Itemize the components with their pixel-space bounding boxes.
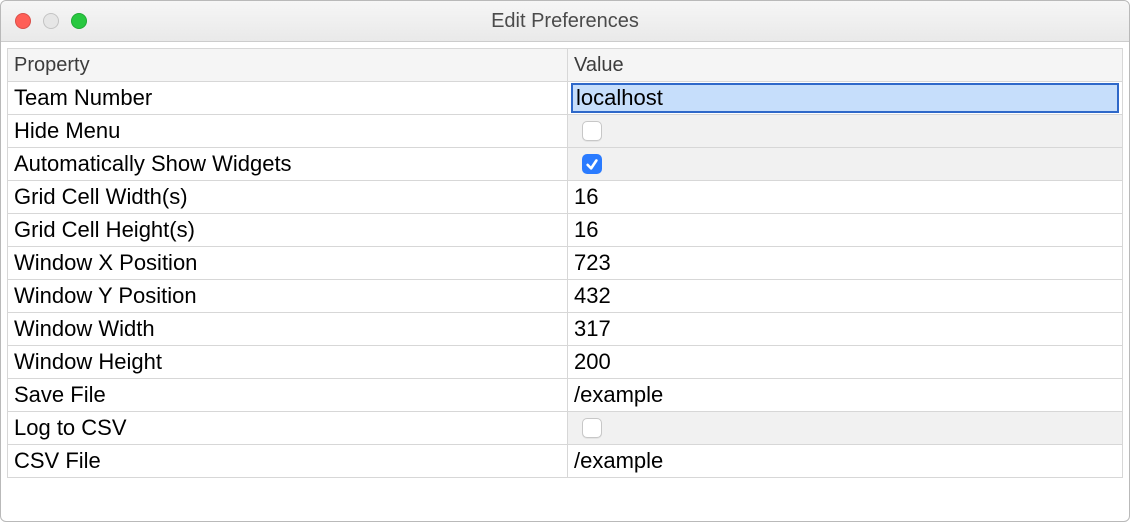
checkmark-icon [585, 157, 599, 171]
column-header-property[interactable]: Property [8, 49, 568, 81]
pref-label: Window Width [8, 313, 568, 345]
pref-row-window-width: Window Width 317 [8, 313, 1122, 346]
pref-value-team-number[interactable]: localhost [568, 82, 1122, 114]
pref-value-window-height[interactable]: 200 [568, 346, 1122, 378]
checkbox-hide-menu[interactable] [582, 121, 602, 141]
text-input[interactable]: localhost [571, 83, 1119, 113]
pref-row-hide-menu: Hide Menu [8, 115, 1122, 148]
pref-row-grid-cell-height: Grid Cell Height(s) 16 [8, 214, 1122, 247]
text-value: 317 [574, 316, 1116, 342]
pref-value-hide-menu[interactable] [568, 115, 1122, 147]
pref-row-grid-cell-width: Grid Cell Width(s) 16 [8, 181, 1122, 214]
pref-value-grid-cell-width[interactable]: 16 [568, 181, 1122, 213]
text-value: 723 [574, 250, 1116, 276]
text-value: /example [574, 448, 1116, 474]
pref-label: Window X Position [8, 247, 568, 279]
pref-row-window-x: Window X Position 723 [8, 247, 1122, 280]
pref-label: Grid Cell Width(s) [8, 181, 568, 213]
pref-value-log-to-csv[interactable] [568, 412, 1122, 444]
pref-value-window-x[interactable]: 723 [568, 247, 1122, 279]
text-value: 200 [574, 349, 1116, 375]
table-header-row: Property Value [8, 49, 1122, 82]
pref-row-save-file: Save File /example [8, 379, 1122, 412]
pref-row-csv-file: CSV File /example [8, 445, 1122, 478]
window-title: Edit Preferences [1, 10, 1129, 33]
pref-row-window-y: Window Y Position 432 [8, 280, 1122, 313]
pref-label: Save File [8, 379, 568, 411]
text-value: /example [574, 382, 1116, 408]
preferences-table: Property Value Team Number localhost Hid… [7, 48, 1123, 478]
preferences-window: Edit Preferences Property Value Team Num… [0, 0, 1130, 522]
pref-label: Window Y Position [8, 280, 568, 312]
pref-value-grid-cell-height[interactable]: 16 [568, 214, 1122, 246]
column-header-value[interactable]: Value [568, 49, 1122, 81]
text-value: 432 [574, 283, 1116, 309]
pref-value-window-width[interactable]: 317 [568, 313, 1122, 345]
pref-row-log-to-csv: Log to CSV [8, 412, 1122, 445]
content-area: Property Value Team Number localhost Hid… [1, 42, 1129, 521]
pref-row-window-height: Window Height 200 [8, 346, 1122, 379]
checkbox-log-to-csv[interactable] [582, 418, 602, 438]
checkbox-auto-show-widgets[interactable] [582, 154, 602, 174]
pref-label: Team Number [8, 82, 568, 114]
pref-label: Automatically Show Widgets [8, 148, 568, 180]
pref-value-csv-file[interactable]: /example [568, 445, 1122, 477]
pref-row-team-number: Team Number localhost [8, 82, 1122, 115]
pref-label: CSV File [8, 445, 568, 477]
pref-label: Log to CSV [8, 412, 568, 444]
pref-label: Window Height [8, 346, 568, 378]
text-value: 16 [574, 184, 1116, 210]
titlebar[interactable]: Edit Preferences [1, 1, 1129, 42]
pref-label: Hide Menu [8, 115, 568, 147]
pref-label: Grid Cell Height(s) [8, 214, 568, 246]
pref-value-auto-show-widgets[interactable] [568, 148, 1122, 180]
pref-row-auto-show-widgets: Automatically Show Widgets [8, 148, 1122, 181]
pref-value-save-file[interactable]: /example [568, 379, 1122, 411]
text-value: 16 [574, 217, 1116, 243]
pref-value-window-y[interactable]: 432 [568, 280, 1122, 312]
